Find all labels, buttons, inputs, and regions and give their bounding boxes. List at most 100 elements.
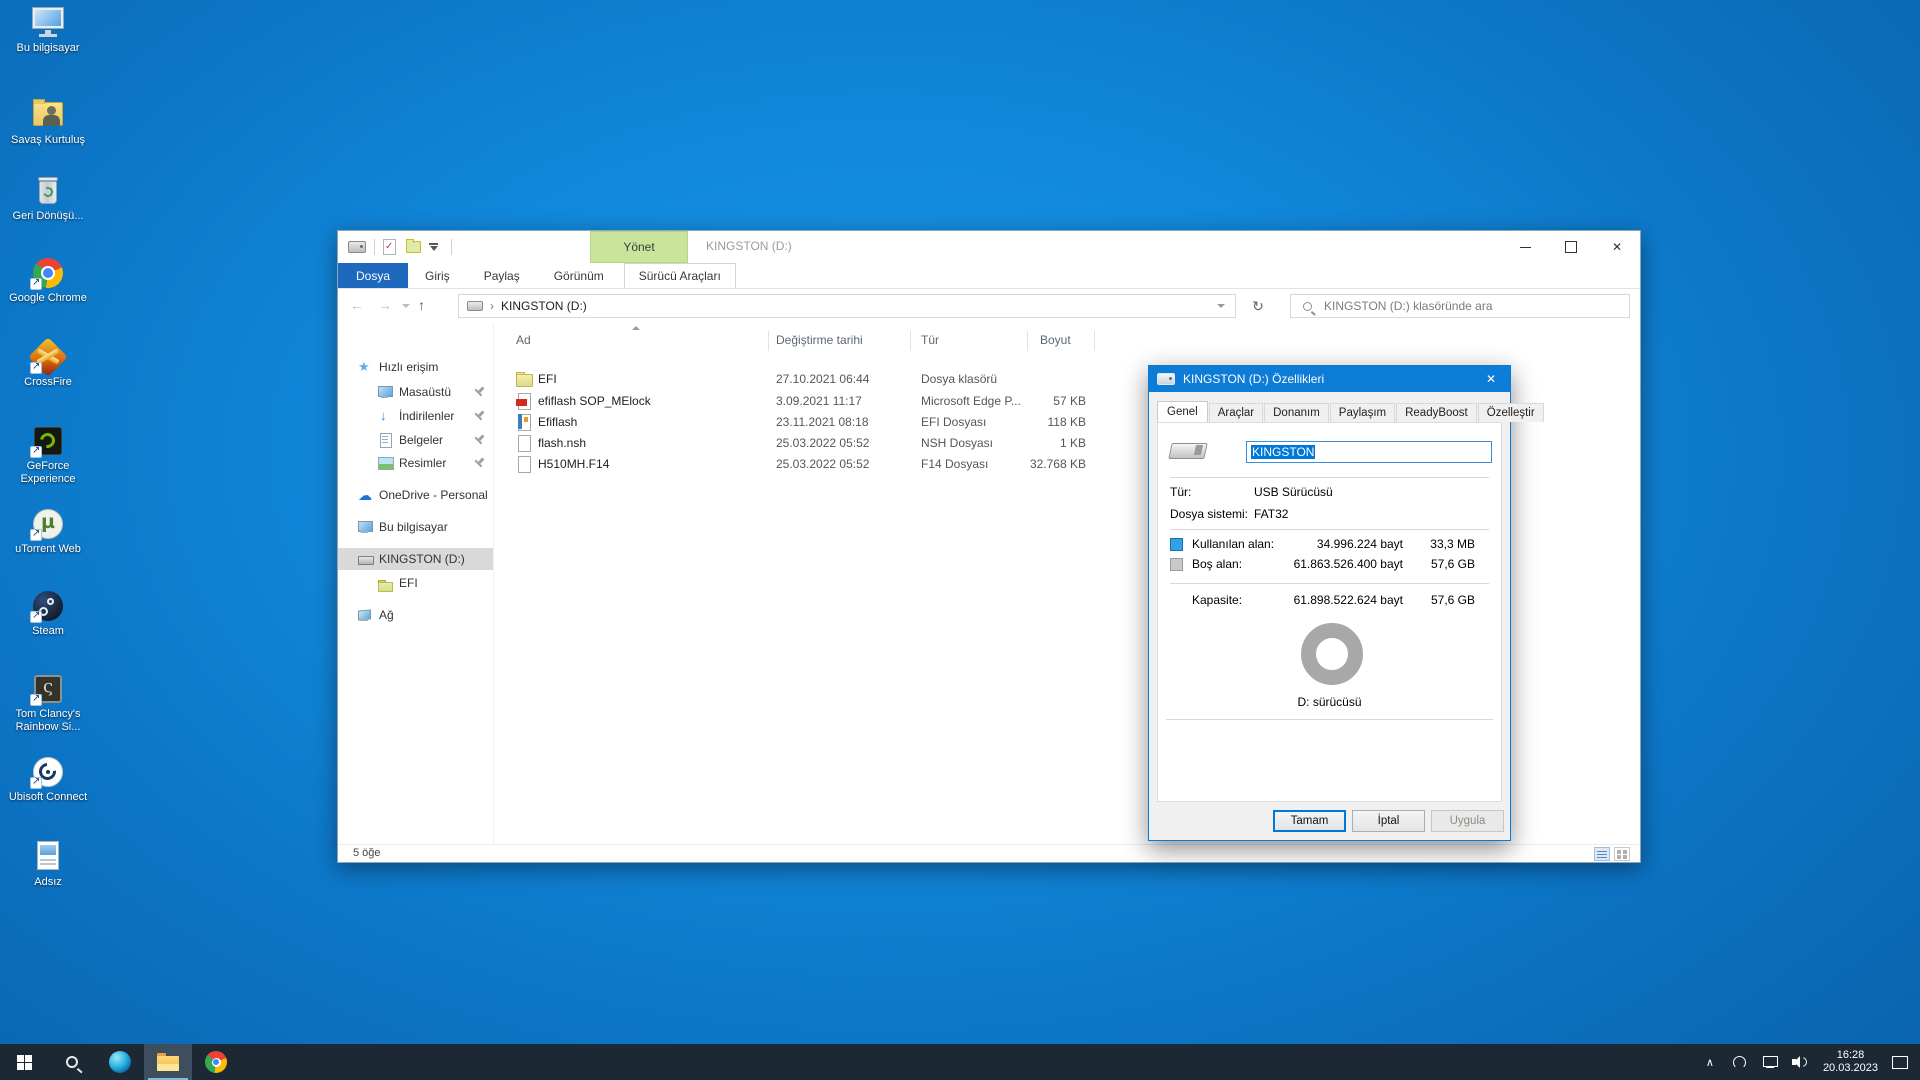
refresh-icon[interactable] (1244, 294, 1272, 318)
desktop-icon-label: Ubisoft Connect (0, 791, 96, 804)
sidebar-item-desktop[interactable]: Masaüstü (338, 381, 493, 403)
thumbnails-view-icon[interactable] (1614, 847, 1630, 861)
sidebar-item-pictures[interactable]: Resimler (338, 452, 493, 474)
desktop-icon-label: Adsız (0, 876, 96, 889)
file-row[interactable]: efiflash SOP_MElock 3.09.2021 11:17 Micr… (494, 391, 1134, 412)
desktop-icon-untitled[interactable]: Adsız (0, 840, 96, 889)
desktop-icon-chrome[interactable]: Google Chrome (0, 256, 96, 305)
desktop-icon-label: Geri Dönüşü... (0, 210, 96, 223)
sidebar-item-downloads[interactable]: İndirilenler (338, 405, 493, 427)
column-header-type[interactable]: Tür (921, 333, 939, 347)
network-tray-icon[interactable] (1755, 1044, 1785, 1080)
sidebar-item-onedrive[interactable]: OneDrive - Personal (338, 484, 493, 506)
tab-tools[interactable]: Araçlar (1209, 403, 1263, 422)
separator (1170, 583, 1489, 584)
history-dropdown-icon[interactable] (402, 304, 410, 308)
tab-file[interactable]: Dosya (338, 263, 408, 288)
crossfire-icon (30, 340, 66, 374)
tab-share[interactable]: Paylaş (467, 263, 537, 288)
close-icon[interactable] (1472, 366, 1510, 392)
desktop-icon-this-pc[interactable]: Bu bilgisayar (0, 6, 96, 55)
chevron-right-icon[interactable] (490, 299, 494, 313)
search-input[interactable]: KINGSTON (D:) klasöründe ara (1290, 294, 1630, 318)
column-separator[interactable] (910, 331, 911, 351)
properties-quick-icon[interactable] (383, 239, 396, 255)
user-folder-icon (30, 98, 66, 132)
desktop-icon-rainbow-six[interactable]: ς Tom Clancy's Rainbow Si... (0, 672, 96, 734)
column-header-size[interactable]: Boyut (1040, 333, 1071, 347)
sync-tray-icon[interactable] (1725, 1044, 1755, 1080)
tab-drive-tools[interactable]: Sürücü Araçları (624, 263, 736, 288)
file-row[interactable]: H510MH.F14 25.03.2022 05:52 F14 Dosyası … (494, 454, 1134, 475)
tab-customize[interactable]: Özelleştir (1478, 403, 1544, 422)
taskbar-clock[interactable]: 16:28 20.03.2023 (1815, 1049, 1886, 1075)
taskbar-chrome-button[interactable] (192, 1044, 240, 1080)
details-view-icon[interactable] (1594, 847, 1610, 861)
apply-button[interactable]: Uygula (1431, 810, 1504, 832)
close-button[interactable] (1594, 231, 1640, 263)
desktop-icon-user-folder[interactable]: Savaş Kurtuluş (0, 98, 96, 147)
file-row[interactable]: Efiflash 23.11.2021 08:18 EFI Dosyası 11… (494, 412, 1134, 433)
tab-home[interactable]: Giriş (408, 263, 467, 288)
separator (1166, 719, 1493, 720)
free-space-size: 57,6 GB (1431, 557, 1475, 571)
desktop-icon-crossfire[interactable]: CrossFire (0, 340, 96, 389)
chrome-icon (205, 1051, 227, 1073)
sidebar-item-documents[interactable]: Belgeler (338, 429, 493, 451)
ok-button[interactable]: Tamam (1273, 810, 1346, 832)
desktop-icon-recycle-bin[interactable]: Geri Dönüşü... (0, 174, 96, 223)
volume-tray-icon[interactable] (1785, 1044, 1815, 1080)
item-count: 5 öğe (353, 847, 381, 859)
dialog-title: KINGSTON (D:) Özellikleri (1183, 372, 1324, 386)
file-row[interactable]: EFI 27.10.2021 06:44 Dosya klasörü (494, 369, 1134, 390)
ribbon-tabs: Dosya Giriş Paylaş Görünüm Sürücü Araçla… (338, 263, 1640, 289)
new-folder-quick-icon[interactable] (406, 241, 421, 253)
column-separator[interactable] (1027, 331, 1028, 351)
maximize-button[interactable] (1548, 231, 1594, 263)
taskbar-search-button[interactable] (48, 1044, 96, 1080)
sidebar-item-this-pc[interactable]: Bu bilgisayar (338, 516, 493, 538)
column-header-modified[interactable]: Değiştirme tarihi (776, 333, 863, 347)
sidebar-item-kingston-drive[interactable]: KINGSTON (D:) (338, 548, 493, 570)
separator (1170, 529, 1489, 530)
file-row[interactable]: flash.nsh 25.03.2022 05:52 NSH Dosyası 1… (494, 433, 1134, 454)
up-icon[interactable] (418, 297, 425, 313)
taskbar-edge-button[interactable] (96, 1044, 144, 1080)
minimize-button[interactable] (1502, 231, 1548, 263)
tab-hardware[interactable]: Donanım (1264, 403, 1329, 422)
manage-tab[interactable]: Yönet (590, 231, 688, 263)
desktop-icon-label: uTorrent Web (0, 543, 96, 556)
address-dropdown-icon[interactable] (1217, 304, 1225, 308)
tab-sharing[interactable]: Paylaşım (1330, 403, 1395, 422)
cancel-button[interactable]: İptal (1352, 810, 1425, 832)
tab-readyboost[interactable]: ReadyBoost (1396, 403, 1477, 422)
search-placeholder: KINGSTON (D:) klasöründe ara (1324, 299, 1493, 313)
desktop-icon-geforce[interactable]: GeForce Experience (0, 424, 96, 486)
status-bar: 5 öğe (338, 844, 1640, 862)
sidebar-item-quick-access[interactable]: Hızlı erişim (338, 356, 493, 378)
separator (374, 239, 375, 255)
tab-view[interactable]: Görünüm (537, 263, 621, 288)
column-header-name[interactable]: Ad (516, 333, 531, 347)
drive-icon (467, 301, 483, 311)
action-center-icon[interactable] (1892, 1055, 1908, 1069)
taskbar-explorer-button[interactable] (144, 1044, 192, 1080)
breadcrumb-location[interactable]: KINGSTON (D:) (501, 299, 587, 313)
column-separator[interactable] (768, 331, 769, 351)
desktop-icon-steam[interactable]: Steam (0, 589, 96, 638)
tab-general[interactable]: Genel (1157, 401, 1208, 423)
desktop-icon-ubisoft[interactable]: Ubisoft Connect (0, 755, 96, 804)
address-bar[interactable]: KINGSTON (D:) (458, 294, 1236, 318)
customize-quick-access-icon[interactable] (429, 242, 439, 252)
forward-icon[interactable] (378, 297, 392, 313)
column-separator[interactable] (1094, 331, 1095, 351)
tray-expand-icon[interactable] (1695, 1044, 1725, 1080)
desktop-icon-utorrent[interactable]: µ uTorrent Web (0, 507, 96, 556)
start-button[interactable] (0, 1044, 48, 1080)
volume-label-input[interactable]: KINGSTON (1246, 441, 1492, 463)
back-icon[interactable] (350, 297, 364, 313)
desktop: Bu bilgisayar Savaş Kurtuluş Geri Dönüşü… (0, 0, 1920, 1080)
separator (1170, 477, 1489, 478)
sidebar-item-network[interactable]: Ağ (338, 604, 493, 626)
sidebar-item-efi[interactable]: EFI (338, 572, 493, 594)
